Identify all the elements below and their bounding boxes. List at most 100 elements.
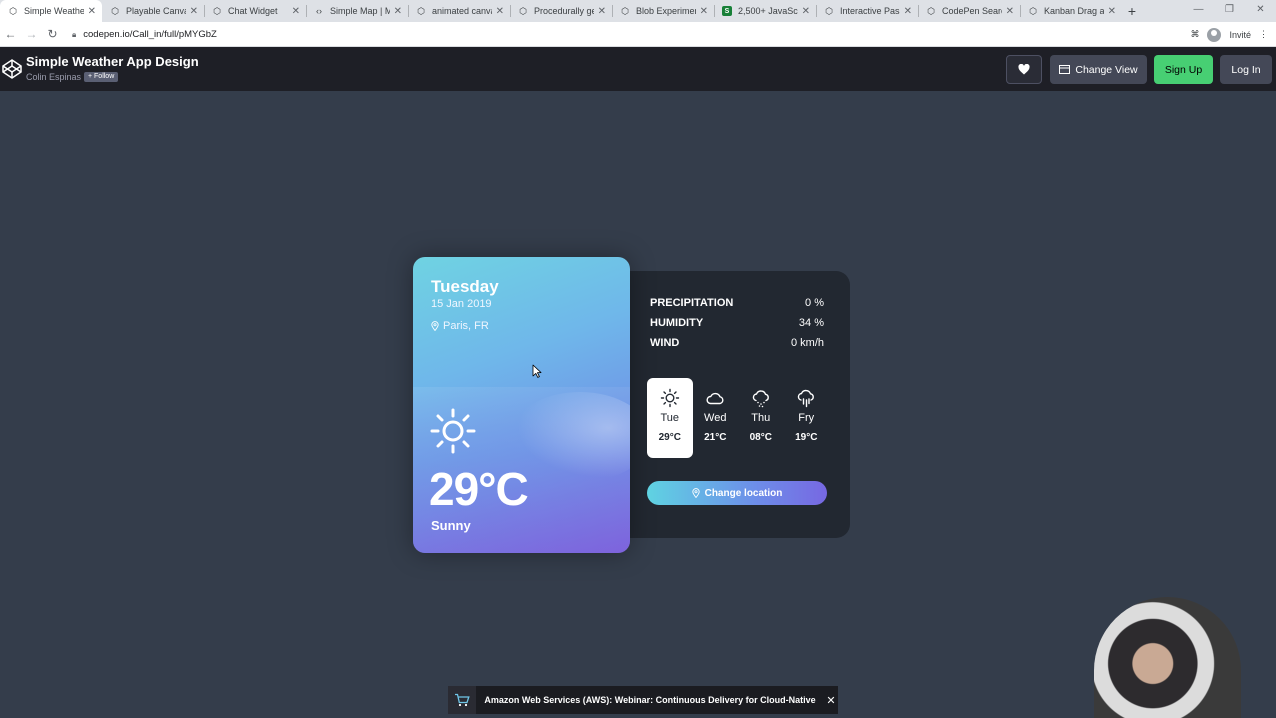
tab-label: Blob Experiment — [636, 6, 696, 16]
change-location-label: Change location — [704, 487, 783, 499]
menu-dots-icon[interactable]: ⋮ — [1259, 29, 1268, 40]
codepen-header: Simple Weather App Design Colin Espinas … — [0, 47, 1276, 91]
codepen-icon: ⬡ — [111, 5, 119, 16]
day-name: Tuesday — [431, 277, 499, 296]
forecast-day-label: Wed — [704, 412, 727, 424]
codepen-icon: ⬡ — [213, 5, 221, 16]
codepen-icon: ⬡ — [621, 5, 629, 16]
code-icon: ‹› — [316, 6, 322, 16]
webcam-overlay — [1094, 597, 1241, 718]
codepen-logo-icon[interactable] — [2, 59, 22, 79]
sun-icon — [660, 388, 679, 408]
close-icon[interactable]: ✕ — [496, 6, 504, 17]
codepen-icon: ⬡ — [927, 5, 935, 16]
profile-label[interactable]: Invité — [1229, 30, 1251, 40]
forward-arrow-icon[interactable]: → — [21, 22, 42, 47]
close-icon[interactable]: ✕ — [1006, 6, 1014, 17]
close-icon[interactable]: ✕ — [802, 6, 810, 17]
tab-procedurally[interactable]: ⬡ Procedurally ge ✕ — [510, 0, 612, 22]
codepen-icon: ⬡ — [1029, 5, 1037, 16]
tab-playable-canvas[interactable]: ⬡ Playable Canvas ✕ — [102, 0, 204, 22]
tab-label: Procedurally ge — [534, 6, 594, 16]
browser-tab-bar: ⬡ Simple Weather ✕ ⬡ Playable Canvas ✕ ⬡… — [0, 0, 1276, 22]
tab-simple-map[interactable]: ‹› Simple Map | M ✕ — [306, 0, 408, 22]
tab-label: Simple Map | M — [330, 6, 390, 16]
mouse-cursor-icon — [532, 364, 542, 378]
tab-codepen-search[interactable]: ⬡ CodePen Search ✕ — [918, 0, 1020, 22]
forecast-temp: 19°C — [795, 432, 818, 443]
tab-label: 2,500+ JavaScri — [738, 6, 798, 16]
minimize-icon[interactable]: — — [1183, 0, 1214, 22]
forecast-day-fry[interactable]: Fry 19°C — [784, 378, 830, 458]
close-icon[interactable]: ✕ — [904, 6, 912, 17]
stat-label: HUMIDITY — [650, 317, 704, 329]
tab-label: Interactive Pass — [840, 6, 900, 16]
close-icon[interactable]: ✕ — [1108, 6, 1116, 17]
forecast-day-thu[interactable]: Thu 08°C — [738, 378, 784, 458]
change-view-label: Change View — [1075, 63, 1138, 76]
tab-label: Simple Weather — [24, 6, 84, 16]
forecast-day-tue[interactable]: Tue 29°C — [647, 378, 693, 458]
tab-animated-canvas[interactable]: ⬡ animated canva ✕ — [408, 0, 510, 22]
ad-text[interactable]: Amazon Web Services (AWS): Webinar: Cont… — [476, 695, 824, 705]
stat-label: PRECIPITATION — [650, 297, 734, 309]
stat-wind: WIND 0 km/h — [650, 337, 824, 357]
sheet-icon: S — [722, 6, 732, 16]
forecast-temp: 08°C — [749, 432, 772, 443]
stat-humidity: HUMIDITY 34 % — [650, 317, 824, 337]
cloud-icon — [706, 392, 724, 405]
close-icon[interactable]: ✕ — [394, 6, 402, 17]
tab-chat-widget[interactable]: ⬡ Chat Widget ✕ — [204, 0, 306, 22]
close-icon[interactable]: ✕ — [292, 6, 300, 17]
window-close-icon[interactable]: ✕ — [1245, 0, 1276, 22]
close-icon[interactable]: ✕ — [88, 6, 96, 17]
pen-author[interactable]: Colin Espinas — [26, 72, 81, 82]
layout-icon — [1059, 65, 1071, 74]
pen-title: Simple Weather App Design — [26, 54, 199, 69]
close-icon[interactable]: ✕ — [598, 6, 606, 17]
forecast-day-label: Fry — [798, 412, 815, 424]
heart-icon — [1018, 64, 1030, 75]
new-tab-button[interactable]: + — [1122, 0, 1142, 22]
url-field[interactable]: 🔒︎ codepen.io/Call_in/full/pMYGbZ — [72, 25, 1172, 44]
tab-kanban[interactable]: ⬡ Kanban Drag an ✕ — [1020, 0, 1122, 22]
profile-avatar-icon[interactable] — [1207, 27, 1222, 42]
forecast-temp: 29°C — [658, 432, 681, 443]
forecast-day-label: Tue — [660, 412, 680, 424]
sun-icon — [430, 408, 476, 454]
ad-close-icon[interactable]: ✕ — [824, 694, 838, 707]
close-icon[interactable]: ✕ — [700, 6, 708, 17]
follow-button[interactable]: + Follow — [84, 72, 119, 82]
close-icon[interactable]: ✕ — [190, 6, 198, 17]
tab-label: CodePen Search — [942, 6, 1002, 16]
reload-icon[interactable]: ↻ — [42, 22, 63, 47]
log-in-button[interactable]: Log In — [1220, 55, 1272, 84]
url-text: codepen.io/Call_in/full/pMYGbZ — [83, 29, 217, 40]
tab-label: Playable Canvas — [126, 6, 186, 16]
tab-javascript-list[interactable]: S 2,500+ JavaScri ✕ — [714, 0, 816, 22]
back-arrow-icon[interactable]: ← — [0, 22, 21, 47]
stat-value: 34 % — [798, 317, 824, 329]
love-button[interactable] — [1006, 55, 1042, 84]
cart-icon — [448, 686, 476, 714]
date-text: 15 Jan 2019 — [431, 298, 492, 310]
tab-simple-weather[interactable]: ⬡ Simple Weather ✕ — [0, 0, 102, 22]
change-view-button[interactable]: Change View — [1050, 55, 1147, 84]
location-pin-icon — [691, 488, 700, 498]
stat-precipitation: PRECIPITATION 0 % — [650, 297, 824, 317]
codepen-icon: ⬡ — [9, 5, 17, 16]
location-text: Paris, FR — [431, 320, 489, 332]
toolbar-right: ⌘ Invité ⋮ — [1190, 22, 1268, 47]
tab-interactive-pass[interactable]: ⬡ Interactive Pass ✕ — [816, 0, 918, 22]
forecast-day-wed[interactable]: Wed 21°C — [693, 378, 739, 458]
tab-label: animated canva — [432, 6, 492, 16]
change-location-button[interactable]: Change location — [647, 481, 827, 505]
restore-icon[interactable]: ❐ — [1214, 0, 1245, 22]
location-pin-icon — [431, 321, 439, 331]
ad-banner[interactable]: Amazon Web Services (AWS): Webinar: Cont… — [448, 686, 838, 714]
sign-up-button[interactable]: Sign Up — [1154, 55, 1213, 84]
forecast-temp: 21°C — [704, 432, 727, 443]
tab-blob-experiment[interactable]: ⬡ Blob Experiment ✕ — [612, 0, 714, 22]
week-forecast: Tue 29°C Wed 21°C Thu 08°C Fry 19°C — [647, 378, 829, 458]
translate-icon[interactable]: ⌘ — [1190, 29, 1199, 40]
